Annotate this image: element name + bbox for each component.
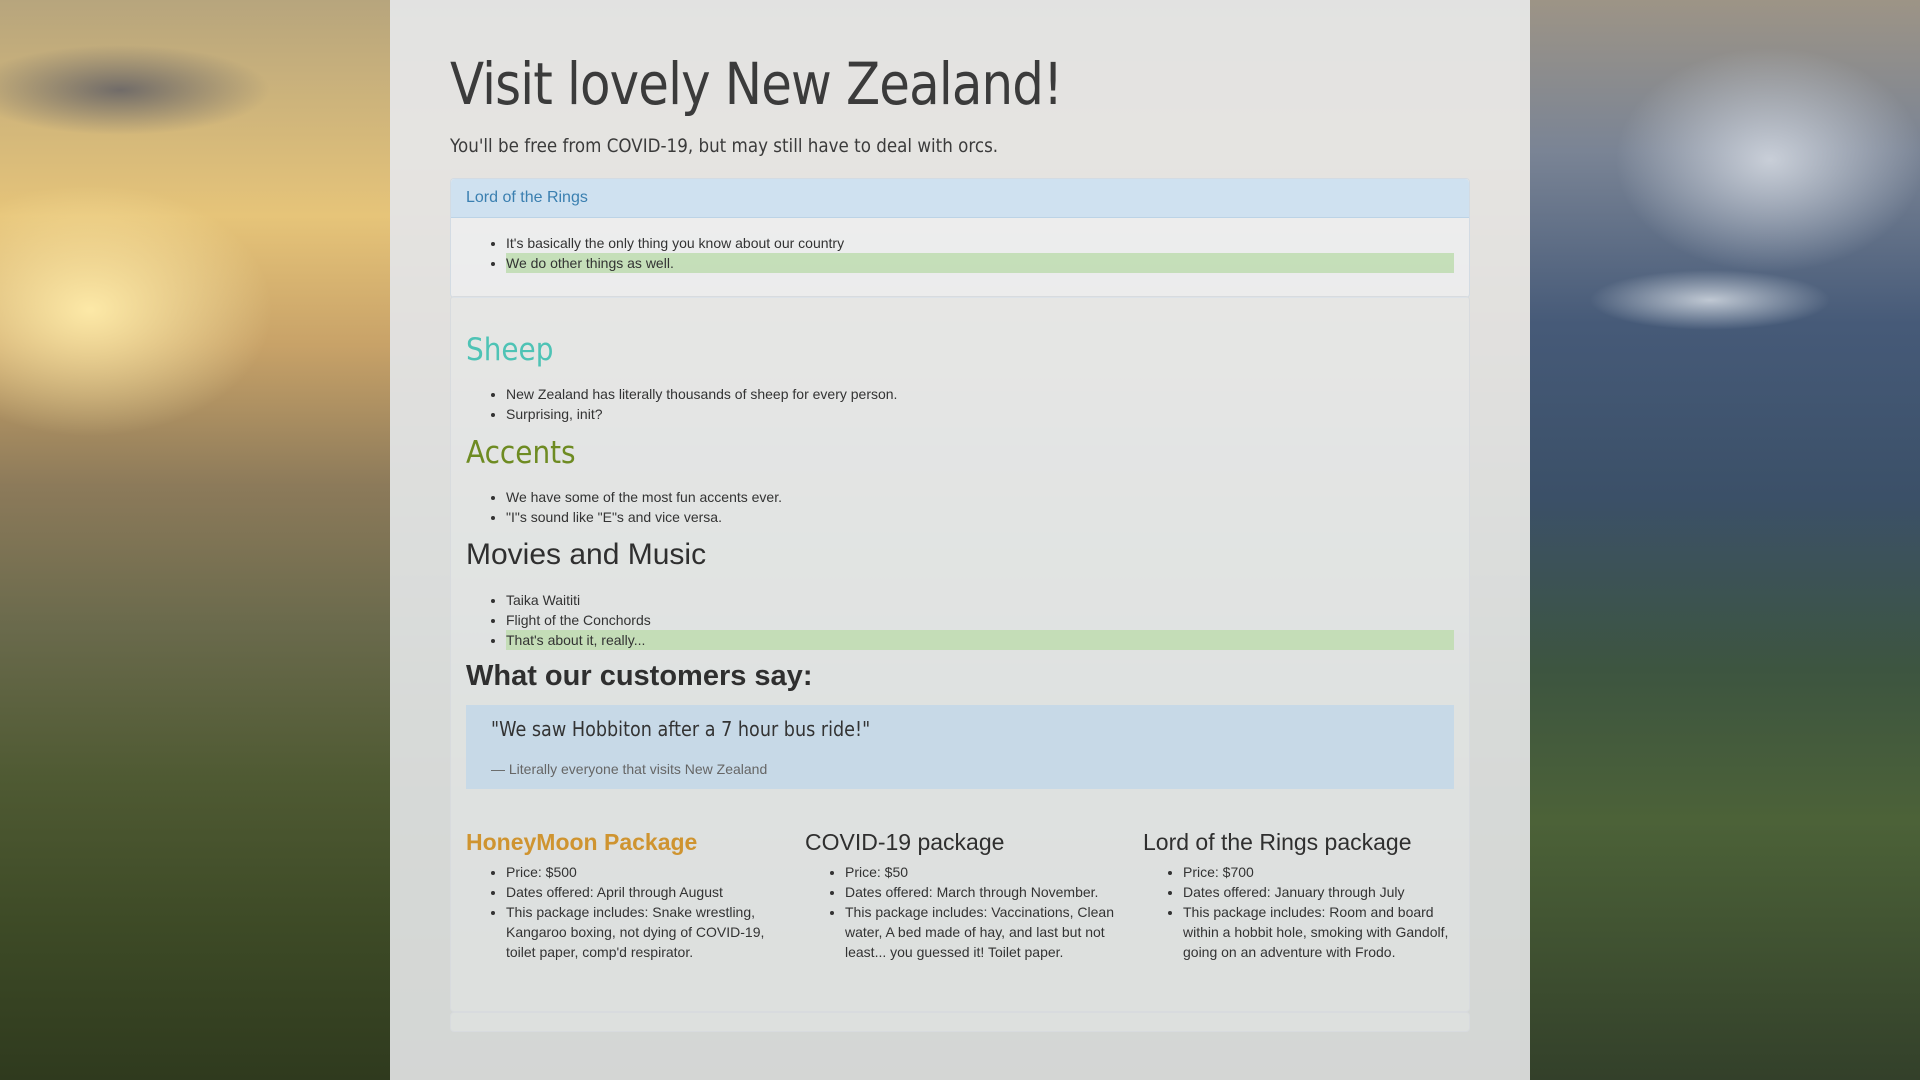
package-includes: This package includes: Snake wrestling, …: [506, 902, 786, 962]
package-details: Price: $50 Dates offered: March through …: [805, 862, 1125, 962]
list-item-highlighted: That's about it, really...: [506, 630, 1454, 650]
section-title-sheep: Sheep: [466, 332, 554, 368]
package-details: Price: $700 Dates offered: January throu…: [1143, 862, 1463, 962]
section-title-customers: What our customers say:: [466, 660, 813, 692]
package-covid: COVID-19 package Price: $50 Dates offere…: [805, 829, 1125, 962]
list-item: "I"s sound like "E"s and vice versa.: [506, 507, 1469, 527]
package-title: HoneyMoon Package: [466, 829, 698, 855]
quote-citation: — Literally everyone that visits New Zea…: [491, 761, 768, 777]
list-item: Flight of the Conchords: [506, 610, 1469, 630]
package-title: Lord of the Rings package: [1143, 829, 1412, 855]
section-title-accents: Accents: [466, 435, 576, 471]
content-container: Visit lovely New Zealand! You'll be free…: [390, 0, 1530, 1080]
section-title-movies: Movies and Music: [466, 538, 707, 571]
sheep-list: New Zealand has literally thousands of s…: [451, 384, 1469, 424]
page-subtitle: You'll be free from COVID-19, but may st…: [450, 135, 999, 157]
list-item: New Zealand has literally thousands of s…: [506, 384, 1469, 404]
background-photo-right: [1530, 0, 1920, 1080]
lotr-list: It's basically the only thing you know a…: [451, 233, 1469, 273]
package-dates: Dates offered: March through November.: [845, 882, 1125, 902]
list-item: Taika Waititi: [506, 590, 1469, 610]
quote-text: "We saw Hobbiton after a 7 hour bus ride…: [491, 717, 871, 741]
movies-list: Taika Waititi Flight of the Conchords Th…: [451, 590, 1469, 650]
package-price: Price: $50: [845, 862, 1125, 882]
list-item: It's basically the only thing you know a…: [506, 233, 1469, 253]
background-photo-left: [0, 0, 390, 1080]
customer-quote: "We saw Hobbiton after a 7 hour bus ride…: [466, 705, 1454, 789]
list-item-highlighted: We do other things as well.: [506, 253, 1454, 273]
main-panel: Sheep New Zealand has literally thousand…: [450, 296, 1470, 1012]
package-lotr: Lord of the Rings package Price: $700 Da…: [1143, 829, 1463, 962]
lotr-panel-heading: Lord of the Rings: [451, 179, 1469, 218]
lotr-panel: Lord of the Rings It's basically the onl…: [450, 178, 1470, 298]
package-title: COVID-19 package: [805, 829, 1005, 855]
accents-list: We have some of the most fun accents eve…: [451, 487, 1469, 527]
package-includes: This package includes: Room and board wi…: [1183, 902, 1463, 962]
package-honeymoon: HoneyMoon Package Price: $500 Dates offe…: [466, 829, 786, 962]
package-dates: Dates offered: January through July: [1183, 882, 1463, 902]
package-details: Price: $500 Dates offered: April through…: [466, 862, 786, 962]
footer-panel: [450, 1012, 1470, 1032]
list-item: We have some of the most fun accents eve…: [506, 487, 1469, 507]
package-dates: Dates offered: April through August: [506, 882, 786, 902]
package-includes: This package includes: Vaccinations, Cle…: [845, 902, 1125, 962]
page-title: Visit lovely New Zealand!: [450, 50, 1063, 118]
list-item: Surprising, init?: [506, 404, 1469, 424]
package-price: Price: $500: [506, 862, 786, 882]
package-price: Price: $700: [1183, 862, 1463, 882]
